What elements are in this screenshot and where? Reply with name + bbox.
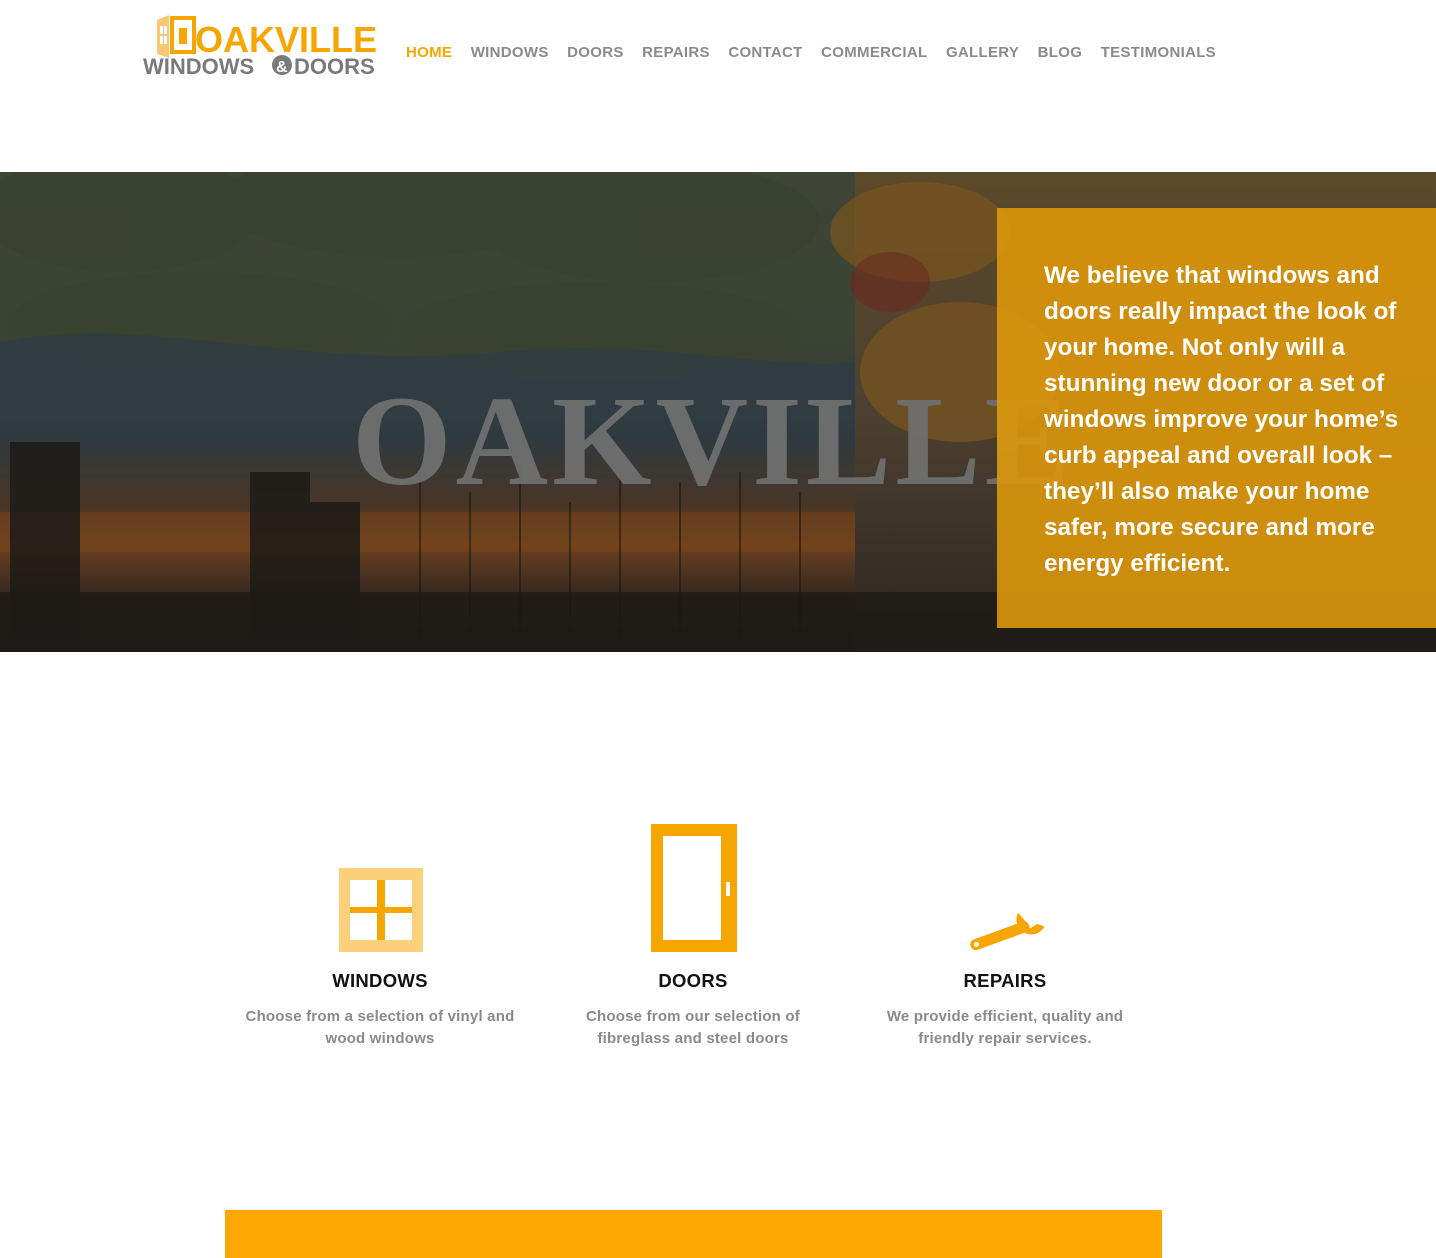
logo-text-windows: WINDOWS xyxy=(143,54,254,78)
service-windows-title: WINDOWS xyxy=(332,970,428,991)
main-navigation: HOME WINDOWS DOORS REPAIRS CONTACT COMME… xyxy=(406,44,1234,62)
service-doors-title: DOORS xyxy=(658,970,728,991)
nav-home[interactable]: HOME xyxy=(406,44,452,62)
nav-commercial[interactable]: COMMERCIAL xyxy=(821,44,927,62)
logo-ampersand: & xyxy=(276,59,288,76)
site-logo[interactable]: OAKVILLE WINDOWS & DOORS xyxy=(143,14,379,78)
hero-city-sign: OAKVILLE xyxy=(352,370,1074,512)
service-repairs-description: We provide efficient, quality and friend… xyxy=(886,1008,1124,1047)
nav-gallery[interactable]: GALLERY xyxy=(946,44,1019,62)
nav-testimonials[interactable]: TESTIMONIALS xyxy=(1101,44,1216,62)
bottom-accent-band xyxy=(225,1210,1162,1258)
nav-repairs[interactable]: REPAIRS xyxy=(642,44,710,62)
service-windows-description: Choose from a selection of vinyl and woo… xyxy=(245,1008,515,1047)
site-header: OAKVILLE WINDOWS & DOORS HOME WINDOWS DO… xyxy=(0,0,1436,172)
service-repairs-title: REPAIRS xyxy=(963,970,1047,991)
window-icon xyxy=(339,868,423,952)
door-icon xyxy=(651,824,737,952)
nav-blog[interactable]: BLOG xyxy=(1038,44,1083,62)
service-doors-description: Choose from our selection of fibreglass … xyxy=(586,1008,800,1047)
hero-banner: OAKVILLE We believe that windows and doo… xyxy=(0,172,1436,652)
logo-graphic: OAKVILLE WINDOWS & DOORS xyxy=(143,15,377,78)
nav-doors[interactable]: DOORS xyxy=(567,44,624,62)
hero-message-text: We believe that windows and doors really… xyxy=(1044,262,1399,577)
wrench-icon xyxy=(962,908,1050,956)
nav-contact[interactable]: CONTACT xyxy=(728,44,802,62)
logo-text-doors: DOORS xyxy=(294,54,375,78)
nav-windows[interactable]: WINDOWS xyxy=(471,44,549,62)
hero-message-box: We believe that windows and doors really… xyxy=(997,208,1436,628)
